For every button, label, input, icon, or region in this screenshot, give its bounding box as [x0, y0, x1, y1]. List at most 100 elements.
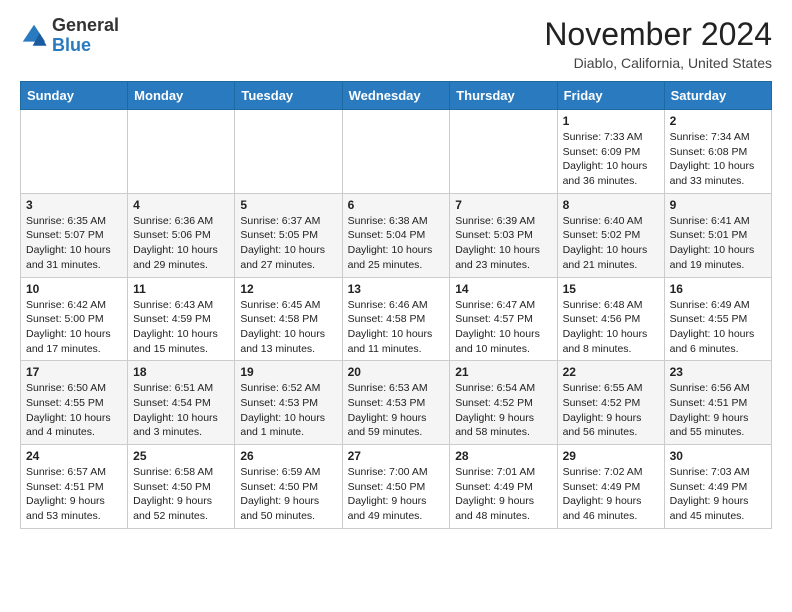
day-number: 18 [133, 365, 229, 379]
day-number: 20 [348, 365, 445, 379]
calendar-cell: 13 Sunrise: 6:46 AM Sunset: 4:58 PM Dayli… [342, 277, 450, 361]
weekday-header-row: SundayMondayTuesdayWednesdayThursdayFrid… [21, 82, 772, 110]
calendar-cell: 12Sunrise: 6:45 AM Sunset: 4:58 PM Dayli… [235, 277, 342, 361]
day-number: 17 [26, 365, 122, 379]
day-number: 14 [455, 282, 551, 296]
day-number: 3 [26, 198, 122, 212]
calendar-cell: 20 Sunrise: 6:53 AM Sunset: 4:53 PM Dayli… [342, 361, 450, 445]
day-info: Sunrise: 6:55 AM Sunset: 4:52 PM Dayligh… [563, 381, 659, 440]
weekday-header: Friday [557, 82, 664, 110]
day-info: Sunrise: 7:02 AM Sunset: 4:49 PM Dayligh… [563, 465, 659, 524]
day-info: Sunrise: 6:59 AM Sunset: 4:50 PM Dayligh… [240, 465, 336, 524]
weekday-header: Sunday [21, 82, 128, 110]
calendar-cell [450, 110, 557, 194]
weekday-header: Wednesday [342, 82, 450, 110]
logo-blue: Blue [52, 35, 91, 55]
day-info: Sunrise: 6:56 AM Sunset: 4:51 PM Dayligh… [670, 381, 766, 440]
calendar-cell: 21 Sunrise: 6:54 AM Sunset: 4:52 PM Dayli… [450, 361, 557, 445]
calendar-cell: 16 Sunrise: 6:49 AM Sunset: 4:55 PM Dayli… [664, 277, 771, 361]
calendar-row: 3Sunrise: 6:35 AM Sunset: 5:07 PM Daylig… [21, 193, 772, 277]
day-number: 11 [133, 282, 229, 296]
weekday-header: Thursday [450, 82, 557, 110]
day-info: Sunrise: 6:48 AM Sunset: 4:56 PM Dayligh… [563, 298, 659, 357]
calendar-cell: 9 Sunrise: 6:41 AM Sunset: 5:01 PM Daylig… [664, 193, 771, 277]
calendar-cell: 22 Sunrise: 6:55 AM Sunset: 4:52 PM Dayli… [557, 361, 664, 445]
location: Diablo, California, United States [544, 55, 772, 71]
day-info: Sunrise: 6:40 AM Sunset: 5:02 PM Dayligh… [563, 214, 659, 273]
calendar-cell: 25 Sunrise: 6:58 AM Sunset: 4:50 PM Dayli… [128, 445, 235, 529]
day-number: 29 [563, 449, 659, 463]
page-header: General Blue November 2024 Diablo, Calif… [20, 16, 772, 71]
calendar-table: SundayMondayTuesdayWednesdayThursdayFrid… [20, 81, 772, 529]
day-number: 22 [563, 365, 659, 379]
calendar-cell: 6 Sunrise: 6:38 AM Sunset: 5:04 PM Daylig… [342, 193, 450, 277]
calendar-row: 1Sunrise: 7:33 AM Sunset: 6:09 PM Daylig… [21, 110, 772, 194]
day-info: Sunrise: 7:01 AM Sunset: 4:49 PM Dayligh… [455, 465, 551, 524]
calendar-cell [21, 110, 128, 194]
calendar-cell: 11 Sunrise: 6:43 AM Sunset: 4:59 PM Dayli… [128, 277, 235, 361]
day-info: Sunrise: 6:51 AM Sunset: 4:54 PM Dayligh… [133, 381, 229, 440]
day-number: 8 [563, 198, 659, 212]
day-info: Sunrise: 6:42 AM Sunset: 5:00 PM Dayligh… [26, 298, 122, 357]
logo-icon [20, 22, 48, 50]
title-area: November 2024 Diablo, California, United… [544, 16, 772, 71]
calendar-cell: 23 Sunrise: 6:56 AM Sunset: 4:51 PM Dayli… [664, 361, 771, 445]
day-number: 10 [26, 282, 122, 296]
month-title: November 2024 [544, 16, 772, 53]
calendar-cell: 7 Sunrise: 6:39 AM Sunset: 5:03 PM Daylig… [450, 193, 557, 277]
calendar-cell: 15Sunrise: 6:48 AM Sunset: 4:56 PM Dayli… [557, 277, 664, 361]
day-number: 12 [240, 282, 336, 296]
day-info: Sunrise: 6:49 AM Sunset: 4:55 PM Dayligh… [670, 298, 766, 357]
day-info: Sunrise: 7:34 AM Sunset: 6:08 PM Dayligh… [670, 130, 766, 189]
weekday-header: Monday [128, 82, 235, 110]
logo-general: General [52, 15, 119, 35]
day-number: 16 [670, 282, 766, 296]
day-info: Sunrise: 6:36 AM Sunset: 5:06 PM Dayligh… [133, 214, 229, 273]
day-info: Sunrise: 6:53 AM Sunset: 4:53 PM Dayligh… [348, 381, 445, 440]
calendar-cell: 24 Sunrise: 6:57 AM Sunset: 4:51 PM Dayli… [21, 445, 128, 529]
day-number: 2 [670, 114, 766, 128]
day-number: 7 [455, 198, 551, 212]
day-number: 13 [348, 282, 445, 296]
day-info: Sunrise: 6:47 AM Sunset: 4:57 PM Dayligh… [455, 298, 551, 357]
day-number: 19 [240, 365, 336, 379]
day-info: Sunrise: 6:57 AM Sunset: 4:51 PM Dayligh… [26, 465, 122, 524]
calendar-cell: 27 Sunrise: 7:00 AM Sunset: 4:50 PM Dayli… [342, 445, 450, 529]
day-number: 21 [455, 365, 551, 379]
day-info: Sunrise: 6:37 AM Sunset: 5:05 PM Dayligh… [240, 214, 336, 273]
logo-text: General Blue [52, 16, 119, 56]
day-number: 5 [240, 198, 336, 212]
calendar-cell: 17 Sunrise: 6:50 AM Sunset: 4:55 PM Dayli… [21, 361, 128, 445]
day-number: 6 [348, 198, 445, 212]
day-number: 23 [670, 365, 766, 379]
calendar-row: 17 Sunrise: 6:50 AM Sunset: 4:55 PM Dayli… [21, 361, 772, 445]
day-number: 1 [563, 114, 659, 128]
day-info: Sunrise: 7:03 AM Sunset: 4:49 PM Dayligh… [670, 465, 766, 524]
calendar-cell: 19 Sunrise: 6:52 AM Sunset: 4:53 PM Dayli… [235, 361, 342, 445]
calendar-cell [235, 110, 342, 194]
calendar-cell: 4Sunrise: 6:36 AM Sunset: 5:06 PM Daylig… [128, 193, 235, 277]
day-info: Sunrise: 6:46 AM Sunset: 4:58 PM Dayligh… [348, 298, 445, 357]
day-info: Sunrise: 6:38 AM Sunset: 5:04 PM Dayligh… [348, 214, 445, 273]
calendar-cell [342, 110, 450, 194]
calendar-cell: 8 Sunrise: 6:40 AM Sunset: 5:02 PM Daylig… [557, 193, 664, 277]
day-number: 9 [670, 198, 766, 212]
day-number: 24 [26, 449, 122, 463]
day-info: Sunrise: 7:00 AM Sunset: 4:50 PM Dayligh… [348, 465, 445, 524]
day-number: 30 [670, 449, 766, 463]
day-info: Sunrise: 6:39 AM Sunset: 5:03 PM Dayligh… [455, 214, 551, 273]
day-info: Sunrise: 6:54 AM Sunset: 4:52 PM Dayligh… [455, 381, 551, 440]
weekday-header: Saturday [664, 82, 771, 110]
day-info: Sunrise: 6:50 AM Sunset: 4:55 PM Dayligh… [26, 381, 122, 440]
day-info: Sunrise: 6:58 AM Sunset: 4:50 PM Dayligh… [133, 465, 229, 524]
calendar-cell: 10 Sunrise: 6:42 AM Sunset: 5:00 PM Dayli… [21, 277, 128, 361]
day-info: Sunrise: 6:43 AM Sunset: 4:59 PM Dayligh… [133, 298, 229, 357]
day-info: Sunrise: 6:52 AM Sunset: 4:53 PM Dayligh… [240, 381, 336, 440]
calendar-row: 10 Sunrise: 6:42 AM Sunset: 5:00 PM Dayli… [21, 277, 772, 361]
day-number: 27 [348, 449, 445, 463]
calendar-cell: 1Sunrise: 7:33 AM Sunset: 6:09 PM Daylig… [557, 110, 664, 194]
day-info: Sunrise: 6:41 AM Sunset: 5:01 PM Dayligh… [670, 214, 766, 273]
day-number: 25 [133, 449, 229, 463]
calendar-cell: 14 Sunrise: 6:47 AM Sunset: 4:57 PM Dayli… [450, 277, 557, 361]
calendar-cell: 26Sunrise: 6:59 AM Sunset: 4:50 PM Dayli… [235, 445, 342, 529]
